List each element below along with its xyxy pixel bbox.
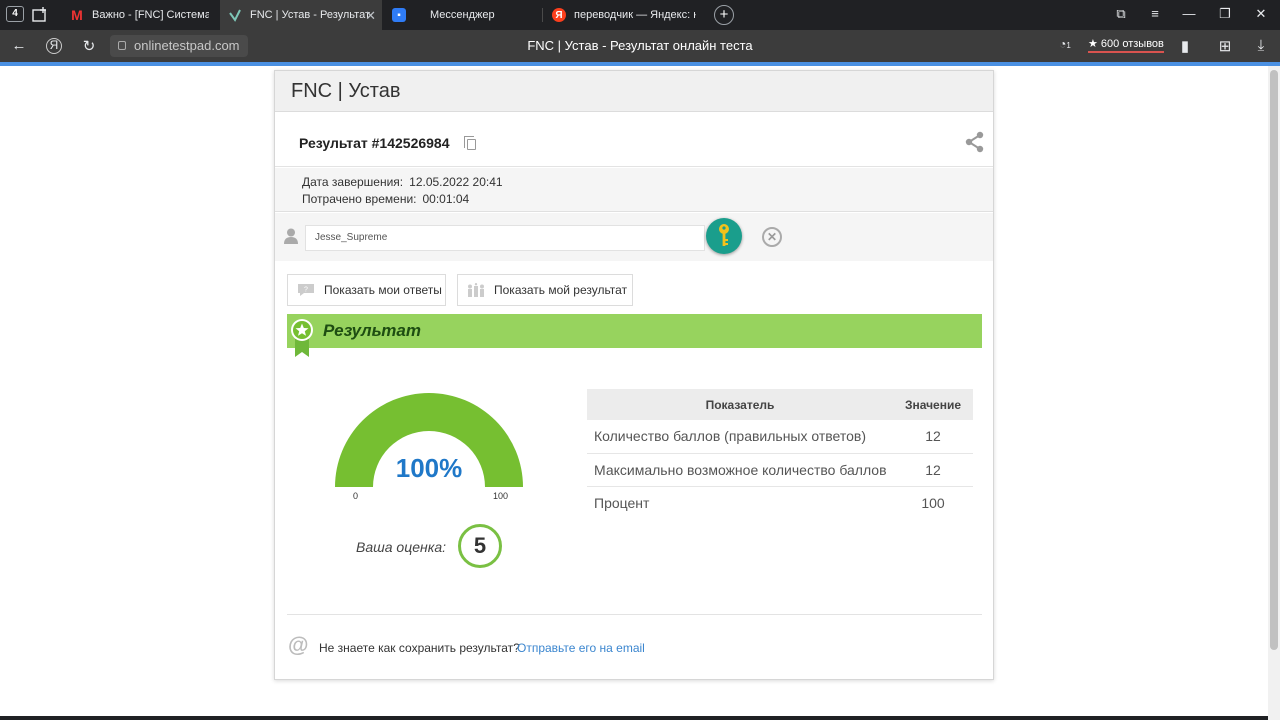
bookmark-icon[interactable]: ▮ [1176, 37, 1194, 55]
collections-icon[interactable]: ⧉ [1112, 6, 1130, 22]
tab-label: Мессенджер [430, 9, 495, 21]
show-answers-button[interactable]: ? Показать мои ответы [287, 274, 446, 306]
scrollbar[interactable] [1268, 66, 1280, 720]
score-gauge [335, 393, 523, 487]
tab-label: Важно - [FNC] Система по [92, 9, 209, 21]
tab-messenger[interactable]: ▪ Мессенджер [384, 0, 539, 30]
stats-table: Показатель Значение Количество баллов (п… [587, 389, 973, 519]
result-header: Результат #142526984 [275, 113, 993, 167]
tab-yandex[interactable]: Я переводчик — Яндекс: на [544, 0, 704, 30]
gauge-max: 100 [493, 491, 509, 501]
user-name-field[interactable]: Jesse_Supreme [305, 225, 705, 251]
stats-header-indicator: Показатель [587, 389, 893, 420]
tab-mail[interactable]: M Важно - [FNC] Система по [62, 0, 217, 30]
close-window-icon[interactable]: ✕ [1252, 6, 1270, 22]
address-bar: ← Я ↻ onlinetestpad.com FNC | Устав - Ре… [0, 30, 1280, 62]
notification-icon[interactable]: ◔1 [1056, 37, 1074, 51]
new-tab-button[interactable]: + [714, 5, 734, 25]
tab-count-button[interactable]: 4 [6, 6, 24, 22]
key-button[interactable] [706, 218, 742, 254]
menu-icon[interactable]: ≡ [1146, 6, 1164, 21]
question-chat-icon: ? [298, 284, 314, 296]
share-icon[interactable] [965, 131, 985, 153]
table-row: Количество баллов (правильных ответов) 1… [587, 420, 973, 454]
messenger-icon: ▪ [392, 8, 406, 22]
mail-icon: M [71, 7, 83, 23]
url-field[interactable]: onlinetestpad.com [110, 35, 248, 57]
back-icon[interactable]: ← [10, 37, 28, 54]
restore-icon[interactable]: ❐ [1216, 6, 1234, 22]
copy-icon[interactable] [464, 136, 476, 150]
page-load-line [0, 62, 1280, 66]
banner-title: Результат [323, 321, 421, 340]
yandex-home-icon[interactable]: Я [46, 38, 62, 54]
grade-value: 5 [458, 524, 502, 568]
result-meta: Дата завершения: 12.05.2022 20:41 Потраче… [275, 168, 993, 212]
show-result-button[interactable]: Показать мой результат [457, 274, 633, 306]
reviews-badge[interactable]: ★ 600 отзывов [1088, 37, 1164, 53]
reload-icon[interactable]: ↻ [80, 37, 98, 55]
tab-onlinetestpad[interactable]: FNC | Устав - Результат ✕ [220, 0, 382, 30]
onlinetestpad-icon [228, 8, 242, 22]
new-window-icon[interactable] [32, 6, 50, 22]
tab-label: FNC | Устав - Результат [250, 9, 371, 21]
close-tab-icon[interactable]: ✕ [365, 8, 376, 24]
test-title: FNC | Устав [275, 71, 993, 112]
key-icon [719, 224, 729, 246]
result-number: Результат #142526984 [299, 135, 450, 151]
yandex-icon: Я [552, 8, 566, 22]
gauge-value: 100% [395, 453, 463, 483]
lock-icon [118, 41, 126, 50]
users-icon [468, 283, 484, 297]
extensions-icon[interactable]: ⊞ [1216, 37, 1234, 55]
clear-icon[interactable]: ✕ [762, 227, 782, 247]
save-question: Не знаете как сохранить результат? [319, 641, 520, 655]
grade-label: Ваша оценка: [356, 539, 446, 555]
result-banner: Результат [287, 314, 982, 357]
result-card: FNC | Устав Результат #142526984 Дата за… [274, 70, 994, 680]
gauge-min: 0 [353, 491, 359, 501]
stats-header-value: Значение [893, 389, 973, 420]
download-icon[interactable]: ⤓ [1252, 37, 1270, 54]
user-row: Jesse_Supreme ✕ [275, 213, 993, 261]
finish-date: 12.05.2022 20:41 [409, 175, 503, 189]
table-row: Максимально возможное количество баллов … [587, 453, 973, 487]
svg-text:?: ? [304, 287, 308, 294]
table-row: Процент 100 [594, 494, 945, 511]
divider [287, 614, 982, 615]
minimize-icon[interactable]: — [1180, 6, 1198, 21]
user-icon [284, 228, 298, 244]
email-link[interactable]: Отправьте его на email [517, 641, 645, 655]
tab-label: переводчик — Яндекс: на [574, 9, 696, 21]
tab-bar: 4 M Важно - [FNC] Система по FNC | Устав… [0, 0, 1280, 30]
award-icon [291, 319, 313, 357]
taskbar-edge [0, 716, 1268, 720]
email-at-icon: @ [288, 634, 309, 657]
time-spent: 00:01:04 [422, 192, 470, 206]
